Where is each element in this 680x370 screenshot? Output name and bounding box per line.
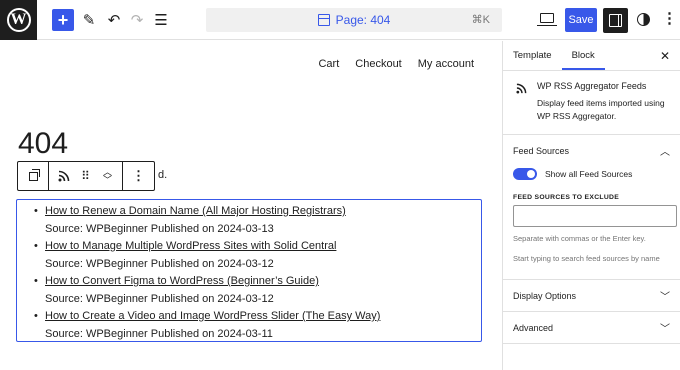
feed-item-meta: Source: WPBeginner Published on 2024-03-…: [45, 327, 273, 340]
sidebar-tabs: Template Block ✕: [503, 41, 680, 71]
help-text-separator: Separate with commas or the Enter key.: [513, 234, 646, 243]
nav-link-my-account[interactable]: My account: [418, 58, 474, 70]
help-text-search: Start typing to search feed sources by n…: [513, 254, 660, 263]
chevron-down-icon: ﹀: [660, 292, 670, 303]
feed-item-link[interactable]: How to Create a Video and Image WordPres…: [45, 308, 481, 326]
feed-item-link[interactable]: How to Renew a Domain Name (All Major Ho…: [45, 203, 481, 221]
settings-sidebar: Template Block ✕ WP RSS Aggregator Feeds…: [502, 41, 680, 370]
settings-toggle-button[interactable]: [603, 8, 628, 33]
panel-advanced: Advanced ﹀: [503, 312, 680, 344]
panel-title: Advanced: [513, 322, 554, 333]
header-navigation: Cart Checkout My account: [318, 58, 474, 70]
feed-item-meta: Source: WPBeginner Published on 2024-03-…: [45, 292, 274, 305]
device-preview-icon[interactable]: [537, 13, 557, 26]
panel-advanced-toggle[interactable]: Advanced ﹀: [503, 312, 680, 343]
feed-sources-exclude-input[interactable]: [513, 205, 677, 227]
block-toolbar: ⠿ ︿ ﹀ ⋮: [17, 161, 155, 191]
rss-feed-block[interactable]: How to Renew a Domain Name (All Major Ho…: [16, 199, 482, 342]
rss-icon[interactable]: [53, 165, 75, 187]
styles-icon[interactable]: [637, 13, 650, 26]
save-button[interactable]: Save: [565, 8, 597, 32]
tab-block[interactable]: Block: [562, 41, 605, 70]
chevron-down-icon: ﹀: [660, 324, 670, 335]
block-card: WP RSS Aggregator Feeds Display feed ite…: [503, 71, 680, 135]
nav-link-cart[interactable]: Cart: [318, 58, 339, 70]
keyboard-shortcut: ⌘K: [471, 14, 490, 26]
move-up-down-icon[interactable]: ︿ ﹀: [97, 165, 119, 187]
list-item: How to Renew a Domain Name (All Major Ho…: [34, 203, 481, 238]
feed-sources-body: Show all Feed Sources FEED SOURCES TO EX…: [503, 166, 680, 279]
panel-feed-sources-toggle[interactable]: Feed Sources ︿: [503, 135, 680, 166]
block-options-button[interactable]: ⋮: [123, 162, 154, 190]
more-vertical-icon: ⋮: [132, 168, 145, 183]
pencil-icon: ✎: [82, 12, 96, 29]
wordpress-icon: W: [6, 8, 31, 32]
block-type-group: ⠿ ︿ ﹀: [49, 162, 123, 190]
panel-title: Display Options: [513, 290, 577, 301]
drag-handle-icon[interactable]: ⠿: [75, 165, 97, 187]
list-item: How to Convert Figma to WordPress (Begin…: [34, 273, 481, 308]
show-all-feed-sources-toggle[interactable]: [513, 168, 537, 180]
toggle-label: Show all Feed Sources: [545, 169, 633, 179]
tab-template[interactable]: Template: [503, 41, 562, 70]
undo-button[interactable]: ↶: [103, 9, 125, 31]
feed-item-meta: Source: WPBeginner Published on 2024-03-…: [45, 257, 274, 270]
block-description: Display feed items imported using WP RSS…: [537, 98, 665, 121]
panel-display-options-toggle[interactable]: Display Options ﹀: [503, 280, 680, 311]
block-inserter-button[interactable]: +: [52, 9, 74, 31]
tools-button[interactable]: ✎: [78, 9, 100, 31]
block-title: WP RSS Aggregator Feeds: [537, 81, 647, 91]
close-icon[interactable]: ✕: [660, 49, 670, 63]
panel-display-options: Display Options ﹀: [503, 280, 680, 312]
rss-icon: [516, 83, 527, 97]
block-transform-button[interactable]: [18, 162, 49, 190]
document-overview-button[interactable]: ☰: [150, 9, 172, 31]
copy-transform-icon: [28, 168, 40, 181]
wordpress-logo-button[interactable]: W: [0, 0, 37, 40]
redo-icon: ↷: [130, 12, 144, 29]
page-heading[interactable]: 404: [18, 127, 68, 161]
list-item: How to Create a Video and Image WordPres…: [34, 308, 481, 343]
editor-top-toolbar: W + ✎ ↶ ↷ ☰ Page: 404 ⌘K Save ⋮: [0, 0, 680, 40]
nav-link-checkout[interactable]: Checkout: [355, 58, 401, 70]
undo-icon: ↶: [107, 12, 121, 29]
show-all-feed-sources-row: Show all Feed Sources: [513, 166, 670, 182]
list-view-icon: ☰: [154, 12, 168, 29]
command-palette-bar[interactable]: Page: 404 ⌘K: [206, 8, 502, 32]
more-options-icon[interactable]: ⋮: [662, 10, 677, 28]
panel-title: Feed Sources: [513, 145, 570, 156]
feed-item-link[interactable]: How to Manage Multiple WordPress Sites w…: [45, 238, 481, 256]
feed-items-list: How to Renew a Domain Name (All Major Ho…: [17, 200, 481, 343]
layout-icon: [317, 14, 330, 26]
paragraph-end: d.: [158, 169, 168, 181]
feed-item-meta: Source: WPBeginner Published on 2024-03-…: [45, 222, 274, 235]
list-item: How to Manage Multiple WordPress Sites w…: [34, 238, 481, 273]
editor-canvas: Cart Checkout My account 404 a d. ⠿ ︿﹀ ⋮…: [0, 41, 502, 370]
redo-button[interactable]: ↷: [126, 9, 148, 31]
exclude-field-label: FEED SOURCES TO EXCLUDE: [513, 194, 620, 201]
sidebar-icon: [609, 14, 622, 27]
document-title: Page: 404: [335, 13, 391, 27]
chevron-up-icon: ︿: [660, 147, 670, 158]
panel-feed-sources: Feed Sources ︿ Show all Feed Sources FEE…: [503, 135, 680, 280]
feed-item-link[interactable]: How to Convert Figma to WordPress (Begin…: [45, 273, 481, 291]
